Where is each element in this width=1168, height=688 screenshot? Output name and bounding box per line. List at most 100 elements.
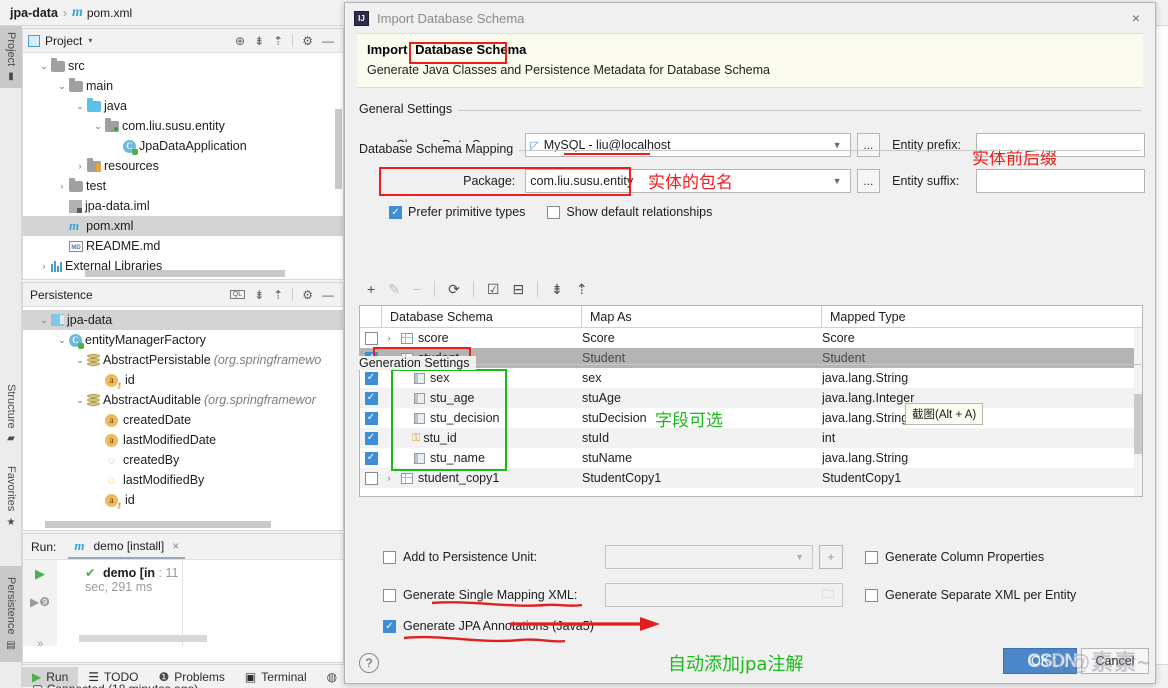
minimize-icon[interactable]: — — [322, 35, 334, 47]
persistence-unit-select[interactable]: ▼ — [605, 545, 813, 569]
project-panel-title[interactable]: Project — [45, 34, 82, 48]
expand-all-icon[interactable]: ⇟ — [254, 35, 264, 47]
single-xml-path-input[interactable]: 🗀 — [605, 583, 843, 607]
tree-item-lastmodifieddate[interactable]: › a lastModifiedDate — [23, 430, 343, 450]
rerun-failed-icon[interactable]: ▶❾ — [30, 595, 50, 609]
project-tree[interactable]: ⌄ src ⌄ main ⌄ java ⌄ com.liu.susu.entit… — [23, 53, 343, 276]
tree-item-jpadataapplication[interactable]: › C JpaDataApplication — [23, 136, 343, 156]
table-header-database-schema[interactable]: Database Schema — [382, 305, 582, 328]
generate-column-properties-checkbox[interactable]: Generate Column Properties — [865, 550, 1044, 564]
chevron-right-icon[interactable]: › — [55, 181, 69, 191]
add-icon[interactable]: + — [367, 281, 375, 297]
chevron-down-icon[interactable]: ⌄ — [73, 101, 87, 112]
rerun-icon[interactable]: ▶ — [35, 566, 45, 582]
breadcrumb-file[interactable]: pom.xml — [87, 6, 132, 20]
tree-item-jpa-data[interactable]: ⌄ jpa-data — [23, 310, 343, 330]
tree-item-java[interactable]: ⌄ java — [23, 96, 343, 116]
row-checkbox[interactable] — [364, 471, 378, 485]
prefer-primitive-types-checkbox[interactable]: Prefer primitive types — [389, 205, 525, 219]
run-tab-demo-install[interactable]: m demo [install] × — [68, 535, 186, 559]
chevron-right-icon[interactable]: › — [37, 261, 51, 271]
statusbar-services[interactable]: ◍ — [317, 667, 347, 687]
package-browse-button[interactable]: ... — [856, 169, 881, 193]
collapse-all-icon[interactable]: ⇡ — [273, 35, 283, 47]
row-checkbox[interactable] — [364, 431, 378, 445]
chevron-down-icon[interactable]: ⌄ — [55, 335, 69, 346]
tree-item-lastmodifiedby[interactable]: › ◌ lastModifiedBy — [23, 470, 343, 490]
tree-item-attribute-id[interactable]: › a id — [23, 370, 343, 390]
generate-jpa-annotations-checkbox[interactable]: Generate JPA Annotations (Java5) — [383, 619, 594, 633]
collapse-all-icon[interactable]: ⇡ — [273, 289, 283, 301]
tree-item-readme-md[interactable]: › MD README.md — [23, 236, 343, 256]
locate-icon[interactable]: ⊕ — [235, 35, 245, 47]
table-row[interactable]: › student_copy1 StudentCopy1 StudentCopy… — [360, 468, 1142, 488]
sidebar-item-persistence[interactable]: Persistence ▤ — [0, 566, 22, 662]
tree-item-jpa-data-iml[interactable]: › jpa-data.iml — [23, 196, 343, 216]
chevron-down-icon[interactable]: ⌄ — [91, 121, 105, 132]
console-icon[interactable]: QL — [229, 290, 246, 299]
chevron-down-icon[interactable]: ▾ — [88, 36, 92, 45]
help-button[interactable]: ? — [359, 653, 379, 673]
chevron-down-icon[interactable]: ⌄ — [55, 81, 69, 92]
tree-item-package[interactable]: ⌄ com.liu.susu.entity — [23, 116, 343, 136]
tree-item-attribute-id-2[interactable]: › a id — [23, 490, 343, 510]
chevron-down-icon[interactable]: ▼ — [829, 176, 846, 186]
table-header-map-as[interactable]: Map As — [582, 305, 822, 328]
tree-item-createdby[interactable]: › ◌ createdBy — [23, 450, 343, 470]
chevron-down-icon[interactable]: ⌄ — [73, 395, 87, 406]
add-persistence-unit-checkbox[interactable]: Add to Persistence Unit: — [383, 550, 605, 564]
tree-item-pom-xml[interactable]: › m pom.xml — [23, 216, 343, 236]
table-scrollbar-thumb[interactable] — [1134, 394, 1142, 454]
chevron-down-icon[interactable]: ⌄ — [37, 61, 51, 72]
deselect-all-icon[interactable]: ⊟ — [512, 281, 524, 298]
chevron-right-icon[interactable]: › — [382, 328, 396, 348]
entity-suffix-input[interactable] — [976, 169, 1145, 193]
folder-browse-icon[interactable]: 🗀 — [818, 585, 838, 606]
persistence-horizontal-scrollbar[interactable] — [45, 521, 271, 528]
checkbox-icon[interactable] — [865, 550, 878, 564]
table-vertical-scrollbar[interactable] — [1134, 328, 1142, 496]
refresh-icon[interactable]: ⟳ — [448, 281, 460, 298]
minimize-icon[interactable]: — — [322, 289, 334, 301]
row-checkbox[interactable] — [364, 371, 378, 385]
sidebar-item-structure[interactable]: Structure ▰ — [0, 376, 22, 452]
persistence-tree[interactable]: ⌄ jpa-data ⌄ C entityManagerFactory ⌄ Ab… — [23, 307, 343, 510]
row-checkbox[interactable] — [364, 451, 378, 465]
table-row[interactable]: ⚿ stu_id stuId int — [360, 428, 1142, 448]
more-icon[interactable]: » — [37, 638, 43, 650]
generate-separate-xml-checkbox[interactable]: Generate Separate XML per Entity — [865, 588, 1076, 602]
checkbox-icon[interactable] — [383, 588, 396, 602]
add-persistence-unit-button[interactable]: + — [819, 545, 843, 569]
select-all-icon[interactable]: ☑ — [487, 281, 500, 298]
row-checkbox[interactable] — [364, 411, 378, 425]
run-tree-scrollbar[interactable] — [79, 635, 207, 642]
checkbox-icon[interactable] — [865, 588, 878, 602]
statusbar-terminal[interactable]: ▣ Terminal — [235, 667, 317, 687]
sidebar-item-favorites[interactable]: Favorites ★ — [0, 458, 22, 536]
row-checkbox[interactable] — [364, 391, 378, 405]
edit-icon[interactable]: ✎ — [388, 281, 400, 298]
package-select[interactable]: com.liu.susu.entity ▼ — [525, 169, 851, 193]
breadcrumb-project[interactable]: jpa-data — [10, 6, 58, 20]
chevron-down-icon[interactable]: ⌄ — [37, 315, 51, 326]
chevron-right-icon[interactable]: › — [73, 161, 87, 171]
row-checkbox[interactable] — [364, 331, 378, 345]
table-row[interactable]: stu_age stuAge java.lang.Integer — [360, 388, 1142, 408]
table-row[interactable]: stu_decision stuDecision java.lang.Strin… — [360, 408, 1142, 428]
checkbox-icon[interactable] — [547, 205, 561, 219]
generate-single-xml-checkbox[interactable]: Generate Single Mapping XML: — [383, 588, 605, 602]
tree-item-abstractauditable[interactable]: ⌄ AbstractAuditable (org.springframewor — [23, 390, 343, 410]
table-row[interactable]: sex sex java.lang.String — [360, 368, 1142, 388]
table-row[interactable]: › score Score Score — [360, 328, 1142, 348]
sidebar-item-project[interactable]: Project ▮ — [0, 26, 22, 88]
show-default-relationships-checkbox[interactable]: Show default relationships — [547, 205, 712, 219]
tree-item-entitymanagerfactory[interactable]: ⌄ C entityManagerFactory — [23, 330, 343, 350]
table-header-mapped-type[interactable]: Mapped Type — [822, 306, 1140, 328]
checkbox-icon[interactable] — [383, 619, 396, 633]
checkbox-icon[interactable] — [383, 550, 396, 564]
expand-all-icon[interactable]: ⇟ — [551, 281, 563, 298]
gear-icon[interactable]: ⚙ — [302, 289, 313, 301]
tree-item-createddate[interactable]: › a createdDate — [23, 410, 343, 430]
remove-icon[interactable]: − — [413, 281, 421, 297]
table-row[interactable]: stu_name stuName java.lang.String — [360, 448, 1142, 468]
